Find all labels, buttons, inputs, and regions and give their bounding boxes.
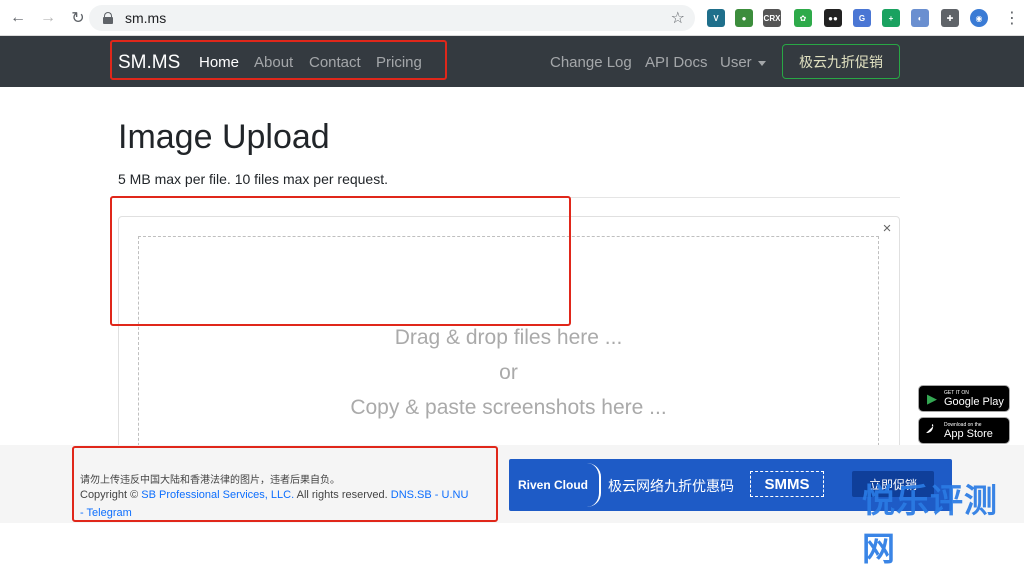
address-bar[interactable]: sm.ms ☆: [89, 5, 695, 31]
google-play-badge[interactable]: ▶ GET IT ON Google Play: [918, 385, 1010, 412]
bookmark-star-icon[interactable]: ☆: [671, 8, 685, 28]
puzzle-extension-icon[interactable]: ✚: [941, 9, 959, 27]
gear-extension-icon[interactable]: ✿: [794, 9, 812, 27]
badge-big-text: Google Play: [944, 395, 1004, 408]
kebab-menu-icon: ⋮: [1004, 10, 1020, 27]
dropzone-paste-text: Copy & paste screenshots here ...: [350, 396, 667, 419]
play-store-icon: ▶: [927, 390, 937, 406]
dropzone-drag-text: Drag & drop files here ...: [394, 326, 623, 349]
reload-button[interactable]: ↻: [66, 6, 90, 30]
note-extension-icon[interactable]: ◐: [911, 9, 929, 27]
tampermonkey-icon[interactable]: ●●: [824, 9, 842, 27]
annotation-box-nav: [110, 40, 447, 80]
nav-user-label: User: [720, 54, 752, 71]
ad-promo-code: SMMS: [750, 471, 824, 497]
close-icon[interactable]: ×: [878, 220, 896, 237]
crx-extension-icon[interactable]: CRX: [763, 9, 781, 27]
browser-toolbar: ← → ↻ sm.ms ☆ V ● CRX ✿ ●● G + ◐ ✚ ◉ ⋮: [0, 0, 1024, 36]
annotation-box-footer: [72, 446, 498, 522]
arrow-left-icon: ←: [10, 8, 26, 26]
caret-down-icon: [757, 60, 766, 66]
nav-change-log[interactable]: Change Log: [550, 54, 632, 71]
ad-slogan: 极云网络九折优惠码: [608, 478, 734, 494]
url-text: sm.ms: [125, 10, 167, 26]
page-title: Image Upload: [118, 118, 330, 156]
dropzone-or-text: or: [499, 361, 518, 384]
badge-big-text: App Store: [944, 427, 993, 440]
forward-button[interactable]: →: [36, 6, 60, 30]
vue-devtools-icon[interactable]: V: [707, 9, 725, 27]
nav-api-docs[interactable]: API Docs: [645, 54, 708, 71]
profile-avatar-icon[interactable]: ◉: [970, 9, 988, 27]
plus-extension-icon[interactable]: +: [882, 9, 900, 27]
reload-icon: ↻: [71, 9, 85, 27]
watermark: 悦乐评测网: [862, 482, 998, 567]
globe-extension-icon[interactable]: ●: [735, 9, 753, 27]
upload-limits-text: 5 MB max per file. 10 files max per requ…: [118, 171, 388, 187]
arrow-right-icon: →: [40, 8, 56, 26]
app-store-badge[interactable]: Download on the App Store: [918, 417, 1010, 444]
translate-extension-icon[interactable]: G: [853, 9, 871, 27]
ad-arc-decoration: [587, 463, 601, 507]
ad-brand: Riven Cloud: [518, 478, 589, 492]
annotation-box-upload: [110, 196, 571, 326]
back-button[interactable]: ←: [6, 6, 30, 30]
nav-user-dropdown[interactable]: User: [720, 54, 766, 71]
browser-menu-button[interactable]: ⋮: [1000, 6, 1024, 30]
lock-icon: [103, 12, 113, 24]
promo-button[interactable]: 极云九折促销: [782, 44, 900, 79]
apple-icon: [925, 423, 939, 438]
